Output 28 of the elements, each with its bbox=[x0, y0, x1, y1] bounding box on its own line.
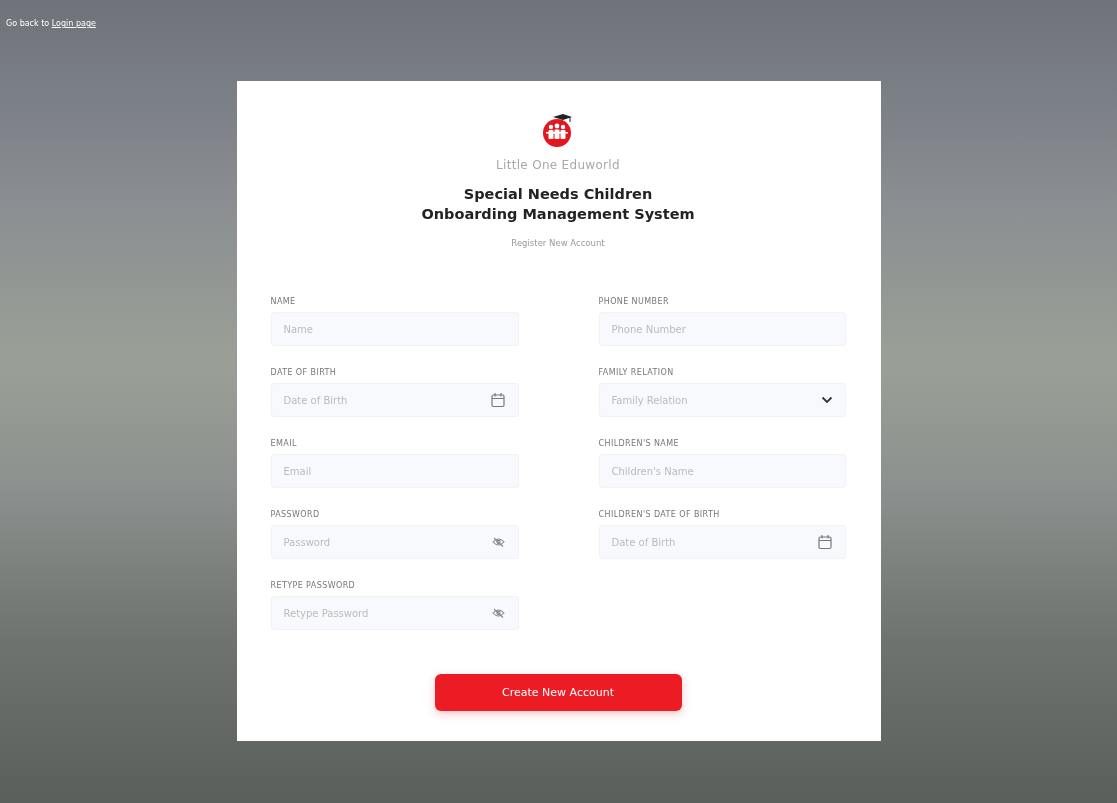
chevron-down-icon[interactable] bbox=[820, 396, 833, 404]
field-label: CHILDREN'S DATE OF BIRTH bbox=[598, 510, 721, 520]
date-field[interactable]: Date of Birth bbox=[270, 383, 519, 417]
back-link-prefix: Go back to bbox=[6, 19, 50, 28]
login-link[interactable]: Login page bbox=[51, 19, 96, 28]
date-field[interactable]: Date of Birth bbox=[598, 525, 846, 559]
field-label: PHONE NUMBER bbox=[598, 297, 670, 307]
field-label: FAMILY RELATION bbox=[598, 368, 675, 378]
field-label: EMAIL bbox=[270, 439, 298, 449]
password-field[interactable]: Password bbox=[270, 525, 519, 559]
input-field[interactable]: Phone Number bbox=[598, 312, 846, 346]
input-field[interactable]: Name bbox=[270, 312, 519, 346]
input-field[interactable]: Email bbox=[270, 454, 519, 488]
system-title: Special Needs Children Onboarding Management System bbox=[421, 185, 695, 224]
create-account-button[interactable]: Create New Account bbox=[434, 674, 682, 711]
field-label: RETYPE PASSWORD bbox=[270, 581, 357, 591]
field-label: DATE OF BIRTH bbox=[270, 368, 338, 378]
brand-name: Little One Eduworld bbox=[496, 158, 620, 172]
eye-slash-icon[interactable] bbox=[491, 608, 505, 618]
form-subtitle: Register New Account bbox=[511, 238, 605, 248]
eye-slash-icon[interactable] bbox=[491, 537, 505, 547]
calendar-icon[interactable] bbox=[817, 534, 832, 550]
input-field[interactable]: Children's Name bbox=[598, 454, 846, 488]
calendar-icon[interactable] bbox=[490, 392, 505, 408]
field-label: CHILDREN'S NAME bbox=[598, 439, 680, 449]
field-label: NAME bbox=[270, 297, 297, 307]
password-field[interactable]: Retype Password bbox=[270, 596, 519, 630]
field-label: PASSWORD bbox=[270, 510, 321, 520]
